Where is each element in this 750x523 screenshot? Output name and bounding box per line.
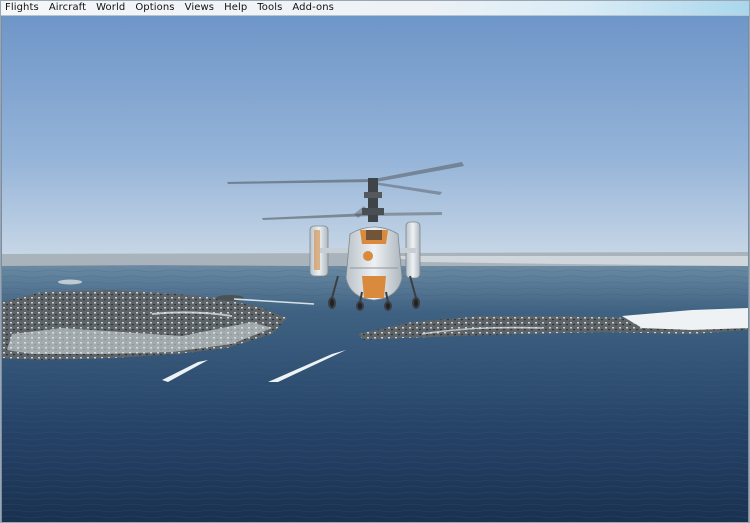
menu-bar: Flights Aircraft World Options Views Hel…	[1, 1, 749, 16]
menu-options[interactable]: Options	[135, 1, 174, 15]
menu-views[interactable]: Views	[185, 1, 214, 15]
3d-scene-viewport[interactable]	[2, 16, 748, 522]
menu-flights[interactable]: Flights	[5, 1, 39, 15]
menu-help[interactable]: Help	[224, 1, 247, 15]
menu-aircraft[interactable]: Aircraft	[49, 1, 86, 15]
menu-world[interactable]: World	[96, 1, 125, 15]
flight-simulator-window: Flights Aircraft World Options Views Hel…	[0, 0, 750, 523]
menu-tools[interactable]: Tools	[257, 1, 282, 15]
menu-add-ons[interactable]: Add-ons	[292, 1, 334, 15]
